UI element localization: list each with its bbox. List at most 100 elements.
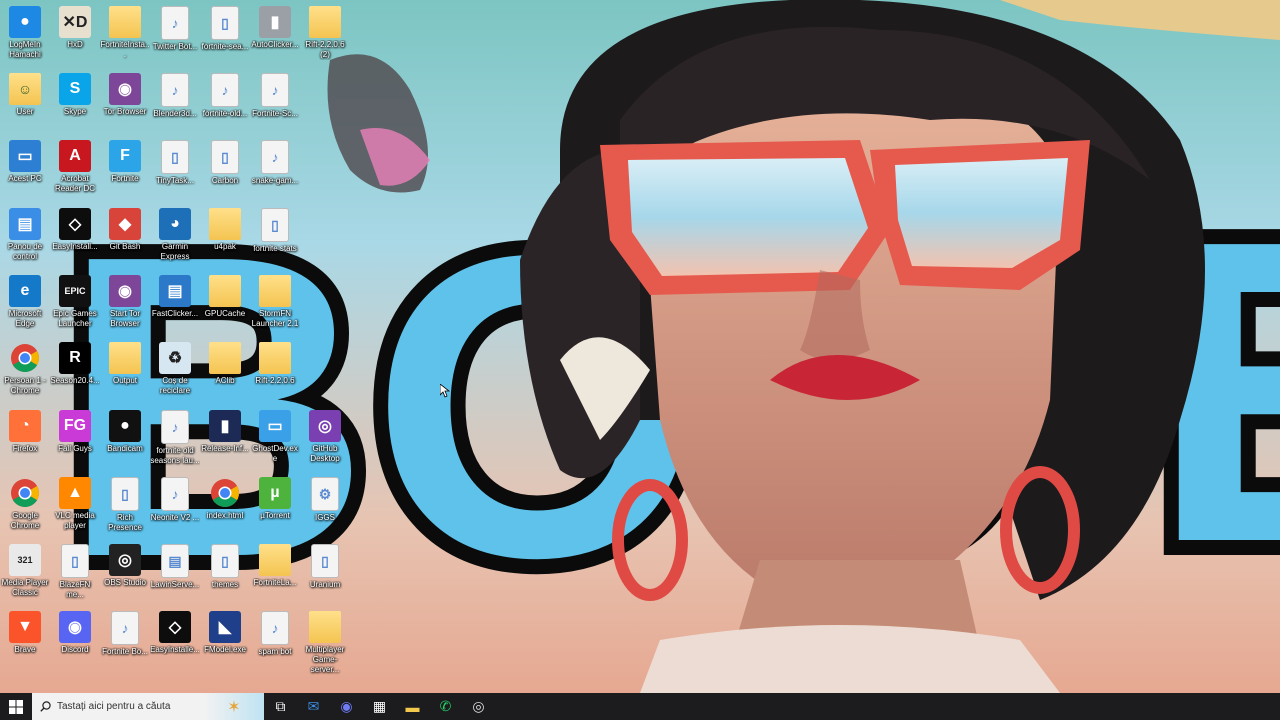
desktop-icon[interactable]: ♪ Fortnite Bo... xyxy=(100,611,150,657)
desktop-icon[interactable]: ♪ fortnite old seasons lau... xyxy=(150,410,200,466)
desktop-icon[interactable]: ◔ Firefox xyxy=(0,410,50,454)
desktop-icon[interactable]: ▯ fortnite stats xyxy=(250,208,300,254)
desktop-icon[interactable]: ▯ TinyTask... xyxy=(150,140,200,186)
desktop-icon[interactable]: ▮ Release-Inf... xyxy=(200,410,250,454)
mouse-icon: ▮ xyxy=(259,6,291,38)
desktop-icon[interactable]: ▯ BlazeFN me... xyxy=(50,544,100,600)
desktop-icon[interactable]: ◇ EasyInstall... xyxy=(50,208,100,252)
desktop-icon[interactable]: ▭ Acest PC xyxy=(0,140,50,184)
desktop-icon[interactable]: S Skype xyxy=(50,73,100,117)
desktop-icon[interactable]: ▤ Panou de control xyxy=(0,208,50,262)
desktop-icon[interactable]: FortniteLa... xyxy=(250,544,300,588)
fmodel-icon: ◣ xyxy=(209,611,241,643)
taskbar-app-button[interactable]: ▬ xyxy=(396,693,429,720)
desktop-icon[interactable]: ▮ AutoClicker... xyxy=(250,6,300,50)
search-highlight-icon: ✶ xyxy=(227,698,241,716)
search-icon xyxy=(40,701,51,712)
desktop-icon[interactable]: ◣ FModel.exe xyxy=(200,611,250,655)
desktop-icon[interactable]: ◇ EasyInstalle... xyxy=(150,611,200,655)
desktop-icon[interactable]: ▯ Uranium xyxy=(300,544,350,590)
desktop-icon[interactable]: ♪ spam bot xyxy=(250,611,300,657)
desktop-icon-label: fortnite-sea... xyxy=(201,42,249,51)
start-button[interactable] xyxy=(0,693,32,720)
desktop-icon[interactable]: ◉ Discord xyxy=(50,611,100,655)
document-icon: ▤ xyxy=(161,544,189,578)
desktop-icon-label: LogMeIn Hamachi xyxy=(9,40,41,59)
desktop-icon[interactable]: Output xyxy=(100,342,150,386)
obs-studio-icon: ◎ xyxy=(109,544,141,576)
desktop-icon[interactable]: ⚙ IGGS xyxy=(300,477,350,523)
desktop-icon[interactable]: Rift-2.2.0.6 xyxy=(250,342,300,386)
edge-icon: e xyxy=(9,275,41,307)
folder-icon xyxy=(309,611,341,643)
desktop-icon[interactable]: e Microsoft Edge xyxy=(0,275,50,329)
desktop-icon[interactable]: Rift-2.2.0.6 (2) xyxy=(300,6,350,60)
desktop-icon[interactable]: ♪ Neonite V2 ... xyxy=(150,477,200,523)
search-highlight[interactable]: ✶ xyxy=(204,693,264,720)
desktop-icon[interactable]: ◉ Tor Browser xyxy=(100,73,150,117)
desktop-icon[interactable]: ♪ Blender3d... xyxy=(150,73,200,119)
desktop-icon[interactable]: A Acrobat Reader DC xyxy=(50,140,100,194)
desktop-icon-label: Uranium xyxy=(309,580,341,589)
taskbar-search-box[interactable]: Tastați aici pentru a căuta xyxy=(32,693,204,720)
desktop-icon-label: Blender3d... xyxy=(153,109,197,118)
desktop-icon[interactable]: ☺ User xyxy=(0,73,50,117)
desktop-icon[interactable]: ● Bandicam xyxy=(100,410,150,454)
desktop-icon-label: fortnite stats xyxy=(253,244,297,253)
taskbar-app-button[interactable]: ⧉ xyxy=(264,693,297,720)
desktop-icon[interactable]: u4pak xyxy=(200,208,250,252)
desktop-icon[interactable]: ♻ Coș de reciclare xyxy=(150,342,200,396)
desktop-icon[interactable]: EPIC Epic Games Launcher xyxy=(50,275,100,329)
desktop-icon[interactable]: FG Fall Guys xyxy=(50,410,100,454)
ghostdev-icon: ▭ xyxy=(259,410,291,442)
taskbar-app-button[interactable]: ✆ xyxy=(429,693,462,720)
desktop-icon-label: EasyInstall... xyxy=(52,242,98,251)
desktop-icon[interactable]: ▭ GhostDev.exe xyxy=(250,410,300,464)
taskbar-app-button[interactable]: ◎ xyxy=(462,693,495,720)
desktop-icon[interactable]: ▯ Rich Presence xyxy=(100,477,150,533)
desktop-icon[interactable]: 321 Media Player Classic xyxy=(0,544,50,598)
desktop-icon[interactable]: ✕D HxD xyxy=(50,6,100,50)
epic-games-icon: EPIC xyxy=(59,275,91,307)
taskbar-app-button[interactable]: ✉ xyxy=(297,693,330,720)
desktop-icon[interactable]: Google Chrome xyxy=(0,477,50,531)
desktop-icon-label: OBS Studio xyxy=(104,578,146,587)
desktop-icon-label: AutoClicker... xyxy=(251,40,299,49)
desktop-icon[interactable]: ♪ Twitter Bot... xyxy=(150,6,200,52)
desktop-icon[interactable]: ▯ Carbon xyxy=(200,140,250,186)
taskbar-app-button[interactable]: ◉ xyxy=(330,693,363,720)
desktop-icon[interactable]: ♪ Fortnite-Sc... xyxy=(250,73,300,119)
desktop-icon-label: Multiplayer Game-server... xyxy=(305,645,345,674)
desktop-icon-label: Microsoft Edge xyxy=(8,309,42,328)
desktop-icon[interactable]: index.html xyxy=(200,477,250,521)
desktop-icon[interactable]: ♪ snake-gam... xyxy=(250,140,300,186)
desktop-icon[interactable]: ▯ fortnite-sea... xyxy=(200,6,250,52)
discord-taskbar-icon: ◉ xyxy=(340,698,353,714)
taskbar-app-button[interactable]: ▦ xyxy=(363,693,396,720)
desktop-icon[interactable]: FortniteInsta... xyxy=(100,6,150,60)
desktop-icon[interactable]: StormFN Launcher 2.1 xyxy=(250,275,300,329)
desktop-icon[interactable]: ▲ VLC media player xyxy=(50,477,100,531)
desktop-icon[interactable]: ● LogMeIn Hamachi xyxy=(0,6,50,60)
desktop-icon[interactable]: ▯ themes xyxy=(200,544,250,590)
desktop-icon-label: FortniteLa... xyxy=(253,578,297,587)
desktop-icon[interactable]: ◎ OBS Studio xyxy=(100,544,150,588)
desktop-icon[interactable]: ▼ Brave xyxy=(0,611,50,655)
desktop-icon[interactable]: Persoan 1 - Chrome xyxy=(0,342,50,396)
desktop-icon[interactable]: R Season20.4... xyxy=(50,342,100,386)
desktop-icon[interactable]: µ µTorrent xyxy=(250,477,300,521)
desktop-icon[interactable]: ◉ Start Tor Browser xyxy=(100,275,150,329)
wallpaper-sunglasses xyxy=(600,140,1090,295)
desktop-icon[interactable]: ▤ LawinServe... xyxy=(150,544,200,590)
desktop-icon[interactable]: AClib xyxy=(200,342,250,386)
recycle-bin-icon: ♻ xyxy=(159,342,191,374)
desktop-icon[interactable]: Multiplayer Game-server... xyxy=(300,611,350,675)
desktop-icon[interactable]: ◆ Git Bash xyxy=(100,208,150,252)
desktop-icon[interactable]: F Fortnite xyxy=(100,140,150,184)
desktop-icon[interactable]: ◕ Garmin Express xyxy=(150,208,200,262)
desktop-icon[interactable]: ◎ GitHub Desktop xyxy=(300,410,350,464)
desktop-icon[interactable]: GPUCache xyxy=(200,275,250,319)
desktop-icon[interactable]: ♪ fortnite-old... xyxy=(200,73,250,119)
desktop-icon[interactable]: ▤ FastClicker... xyxy=(150,275,200,319)
document-icon: ⚙ xyxy=(311,477,339,511)
